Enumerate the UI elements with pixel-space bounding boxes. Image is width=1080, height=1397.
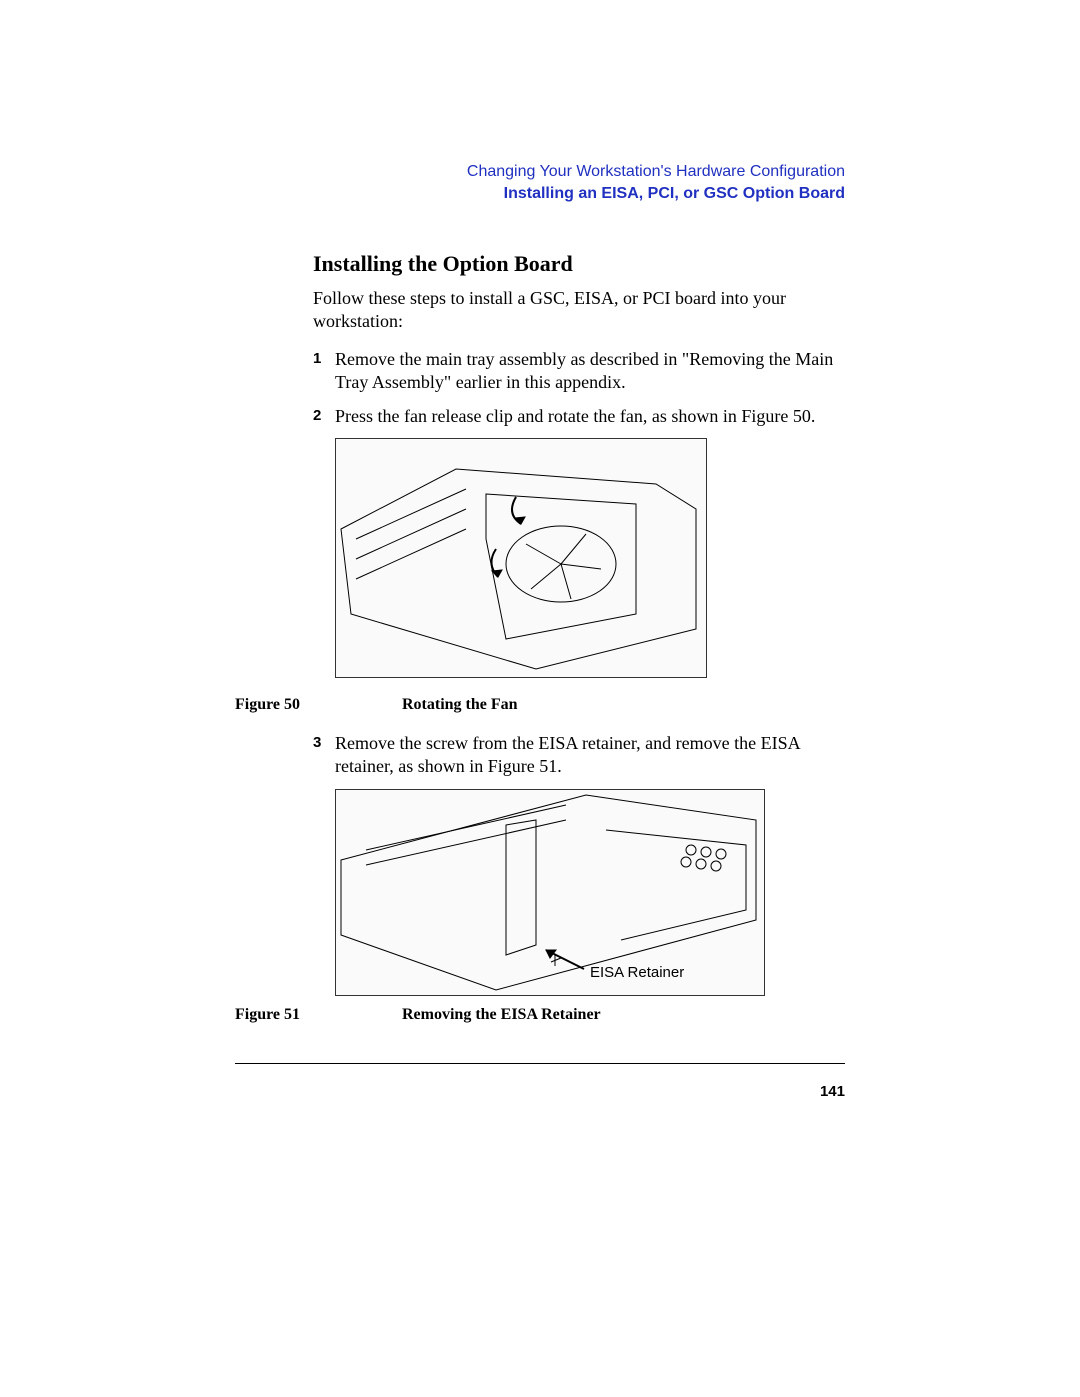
figure-51-image: EISA Retainer: [335, 789, 765, 996]
figure-label: Figure 50: [235, 696, 402, 714]
section-title: Installing the Option Board: [313, 251, 845, 277]
step-text: Remove the main tray assembly as describ…: [335, 348, 845, 395]
page-number: 141: [820, 1083, 845, 1100]
figure-50-caption-row: Figure 50 Rotating the Fan: [235, 696, 845, 714]
figure-50-image: [335, 438, 707, 678]
step-number: 1: [313, 348, 335, 395]
figure-caption: Rotating the Fan: [402, 696, 518, 714]
document-page: Changing Your Workstation's Hardware Con…: [235, 163, 845, 1042]
figure-51-block: EISA Retainer: [335, 789, 845, 996]
step-2: 2 Press the fan release clip and rotate …: [313, 405, 845, 428]
figure-label: Figure 51: [235, 1006, 402, 1024]
figure-50-block: [335, 438, 845, 678]
step-text: Remove the screw from the EISA retainer,…: [335, 732, 845, 779]
figure-51-caption-row: Figure 51 Removing the EISA Retainer: [235, 1006, 845, 1024]
intro-paragraph: Follow these steps to install a GSC, EIS…: [313, 287, 845, 334]
step-text: Press the fan release clip and rotate th…: [335, 405, 815, 428]
step-3: 3 Remove the screw from the EISA retaine…: [313, 732, 845, 779]
step-number: 3: [313, 732, 335, 779]
step-number: 2: [313, 405, 335, 428]
figure-caption: Removing the EISA Retainer: [402, 1006, 601, 1024]
running-header-section: Installing an EISA, PCI, or GSC Option B…: [235, 185, 845, 203]
eisa-retainer-annotation: EISA Retainer: [590, 964, 684, 981]
step-1: 1 Remove the main tray assembly as descr…: [313, 348, 845, 395]
running-header-chapter: Changing Your Workstation's Hardware Con…: [235, 163, 845, 181]
footer-rule: [235, 1063, 845, 1064]
